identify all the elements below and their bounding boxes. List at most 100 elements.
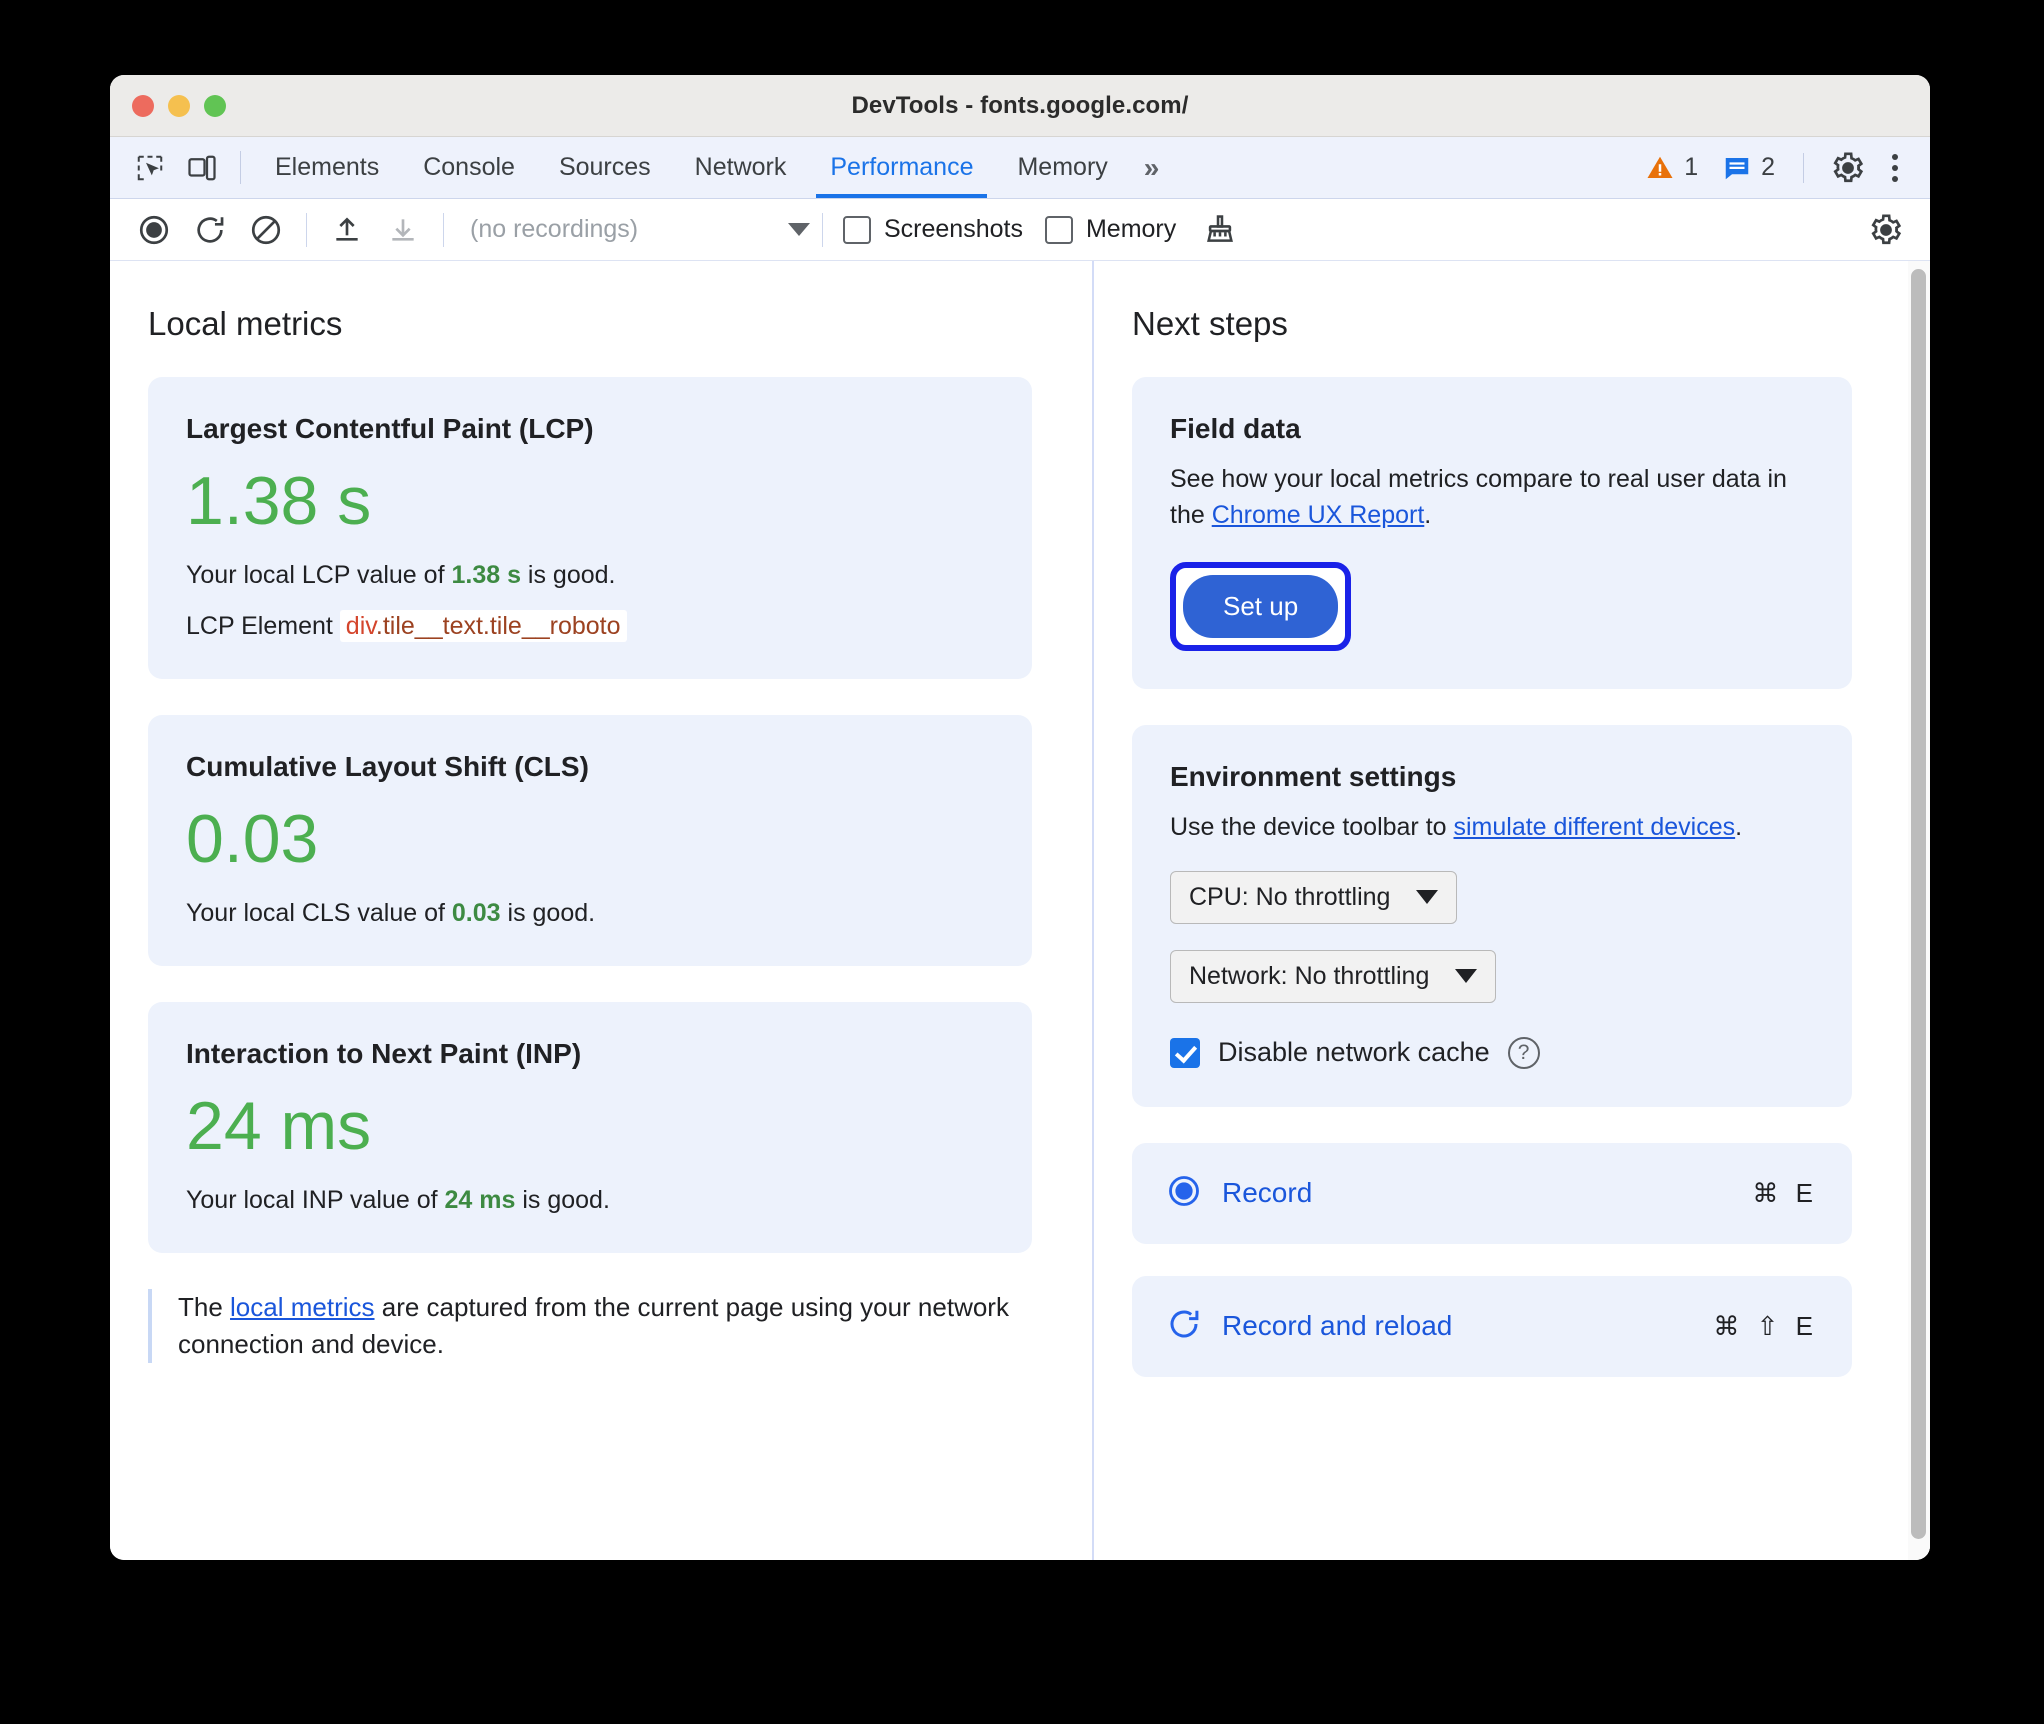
- panel-tabs: Elements Console Sources Network Perform…: [253, 137, 1173, 198]
- inp-desc-suffix: is good.: [515, 1186, 610, 1214]
- cpu-throttling-value: CPU: No throttling: [1189, 882, 1391, 911]
- chrome-ux-report-link[interactable]: Chrome UX Report: [1212, 501, 1425, 529]
- network-throttling-select[interactable]: Network: No throttling: [1170, 949, 1497, 1003]
- field-data-body: See how your local metrics compare to re…: [1170, 461, 1814, 534]
- memory-checkbox[interactable]: Memory: [1044, 215, 1177, 244]
- record-and-reload-shortcut: ⌘ ⇧ E: [1713, 1310, 1818, 1341]
- tab-network[interactable]: Network: [673, 137, 809, 198]
- set-up-button[interactable]: Set up: [1183, 574, 1339, 638]
- reload-record-icon[interactable]: [182, 207, 238, 253]
- env-body-prefix: Use the device toolbar to: [1170, 812, 1454, 841]
- performance-toolbar: (no recordings) Screenshots Memory: [110, 199, 1930, 261]
- recordings-value: (no recordings): [470, 215, 639, 243]
- record-and-reload-action-card[interactable]: Record and reload ⌘ ⇧ E: [1132, 1275, 1852, 1377]
- cpu-throttling-select[interactable]: CPU: No throttling: [1170, 870, 1458, 924]
- local-metrics-link[interactable]: local metrics: [230, 1292, 374, 1322]
- tab-label: Sources: [558, 153, 651, 181]
- upload-icon[interactable]: [319, 207, 375, 253]
- tab-performance[interactable]: Performance: [808, 137, 995, 198]
- record-action-card[interactable]: Record ⌘ E: [1132, 1142, 1852, 1244]
- help-icon[interactable]: ?: [1507, 1036, 1540, 1069]
- inp-metric-description: Your local INP value of 24 ms is good.: [186, 1186, 994, 1215]
- cls-metric-name: Cumulative Layout Shift (CLS): [186, 751, 589, 782]
- disable-network-cache-checkbox[interactable]: [1170, 1037, 1200, 1068]
- warning-count: 1: [1684, 153, 1699, 181]
- environment-settings-title: Environment settings: [1170, 760, 1457, 792]
- device-toolbar-icon[interactable]: [176, 137, 228, 198]
- tab-label: Elements: [275, 153, 380, 181]
- reload-record-icon: [1166, 1306, 1202, 1347]
- screenshots-checkbox[interactable]: Screenshots: [843, 215, 1023, 244]
- message-counter[interactable]: 2: [1712, 153, 1785, 183]
- devtools-tab-bar: Elements Console Sources Network Perform…: [110, 137, 1930, 199]
- node-tag-name: div: [345, 612, 376, 640]
- disable-network-cache-row[interactable]: Disable network cache ?: [1170, 1036, 1814, 1069]
- simulate-devices-link[interactable]: simulate different devices: [1454, 813, 1736, 841]
- inp-metric-value: 24 ms: [186, 1088, 372, 1164]
- clear-prohibited-icon[interactable]: [238, 207, 294, 253]
- inp-card: Interaction to Next Paint (INP) 24 ms Yo…: [148, 1002, 1032, 1253]
- env-body-suffix: .: [1735, 812, 1743, 841]
- more-tabs-chevron-icon[interactable]: »: [1130, 137, 1174, 198]
- tab-label: Performance: [830, 153, 974, 181]
- inspect-element-icon[interactable]: [124, 137, 176, 198]
- set-up-button-focus-ring: Set up: [1170, 561, 1352, 651]
- cls-desc-value: 0.03: [451, 899, 501, 927]
- record-action-label: Record: [1222, 1177, 1313, 1209]
- tab-memory[interactable]: Memory: [995, 137, 1129, 198]
- devtools-window: DevTools - fonts.google.com/ Elements Co…: [110, 75, 1930, 1560]
- memory-label: Memory: [1085, 215, 1177, 243]
- inp-desc-prefix: Your local INP value of: [186, 1186, 445, 1214]
- window-title: DevTools - fonts.google.com/: [851, 91, 1189, 119]
- record-circle-icon[interactable]: [126, 207, 182, 253]
- kebab-menu-icon[interactable]: [1878, 153, 1912, 182]
- lcp-element-label: LCP Element: [186, 612, 333, 640]
- gear-icon[interactable]: [1822, 151, 1874, 185]
- record-circle-icon: [1166, 1173, 1202, 1214]
- toolbar-divider: [822, 212, 823, 247]
- lcp-metric-value: 1.38 s: [186, 463, 372, 539]
- lcp-metric-name: Largest Contentful Paint (LCP): [186, 413, 594, 444]
- node-class-names: .tile__text.tile__roboto: [375, 612, 621, 640]
- lcp-element-node[interactable]: div.tile__text.tile__roboto: [339, 610, 627, 642]
- chevron-down-icon: [1416, 890, 1439, 905]
- next-steps-title: Next steps: [1132, 305, 1288, 342]
- tab-elements[interactable]: Elements: [253, 137, 401, 198]
- tab-label: Memory: [1017, 153, 1108, 181]
- cls-card: Cumulative Layout Shift (CLS) 0.03 Your …: [148, 715, 1032, 966]
- record-and-reload-action-label: Record and reload: [1222, 1310, 1453, 1342]
- download-icon[interactable]: [375, 207, 431, 253]
- warning-counter[interactable]: 1: [1635, 153, 1708, 183]
- message-count: 2: [1761, 153, 1775, 181]
- recordings-dropdown[interactable]: (no recordings): [470, 215, 810, 244]
- tab-bar-divider: [1803, 152, 1804, 183]
- field-data-body-suffix: .: [1424, 501, 1432, 530]
- vertical-scrollbar[interactable]: [1908, 261, 1930, 1560]
- note-prefix: The: [178, 1292, 231, 1322]
- toolbar-divider: [443, 212, 444, 247]
- gear-icon[interactable]: [1858, 207, 1914, 253]
- warning-triangle-icon: [1647, 156, 1673, 178]
- inp-metric-name: Interaction to Next Paint (INP): [186, 1038, 582, 1069]
- lcp-metric-description: Your local LCP value of 1.38 s is good.: [186, 561, 994, 590]
- tab-console[interactable]: Console: [401, 137, 537, 198]
- lcp-desc-suffix: is good.: [520, 561, 616, 589]
- brush-icon[interactable]: [1192, 207, 1248, 253]
- lcp-element-row: LCP Element div.tile__text.tile__roboto: [186, 610, 994, 642]
- next-steps-column: Next steps Field data See how your local…: [1094, 261, 1930, 1560]
- environment-settings-card: Environment settings Use the device tool…: [1132, 724, 1852, 1107]
- chevron-down-icon: [1455, 969, 1478, 984]
- tab-sources[interactable]: Sources: [537, 137, 673, 198]
- chevron-down-icon: [788, 223, 810, 236]
- screenshots-label: Screenshots: [884, 215, 1023, 243]
- environment-settings-body: Use the device toolbar to simulate diffe…: [1170, 809, 1814, 845]
- toolbar-divider: [306, 212, 307, 247]
- cls-desc-suffix: is good.: [500, 899, 596, 927]
- local-metrics-title: Local metrics: [148, 305, 343, 342]
- performance-landing-content: Local metrics Largest Contentful Paint (…: [110, 261, 1930, 1560]
- window-title-bar: DevTools - fonts.google.com/: [110, 75, 1930, 137]
- checkbox-box: [1044, 215, 1073, 244]
- scrollbar-thumb[interactable]: [1911, 269, 1926, 1539]
- performance-toolbar-right: [1858, 207, 1914, 253]
- field-data-card: Field data See how your local metrics co…: [1132, 377, 1852, 689]
